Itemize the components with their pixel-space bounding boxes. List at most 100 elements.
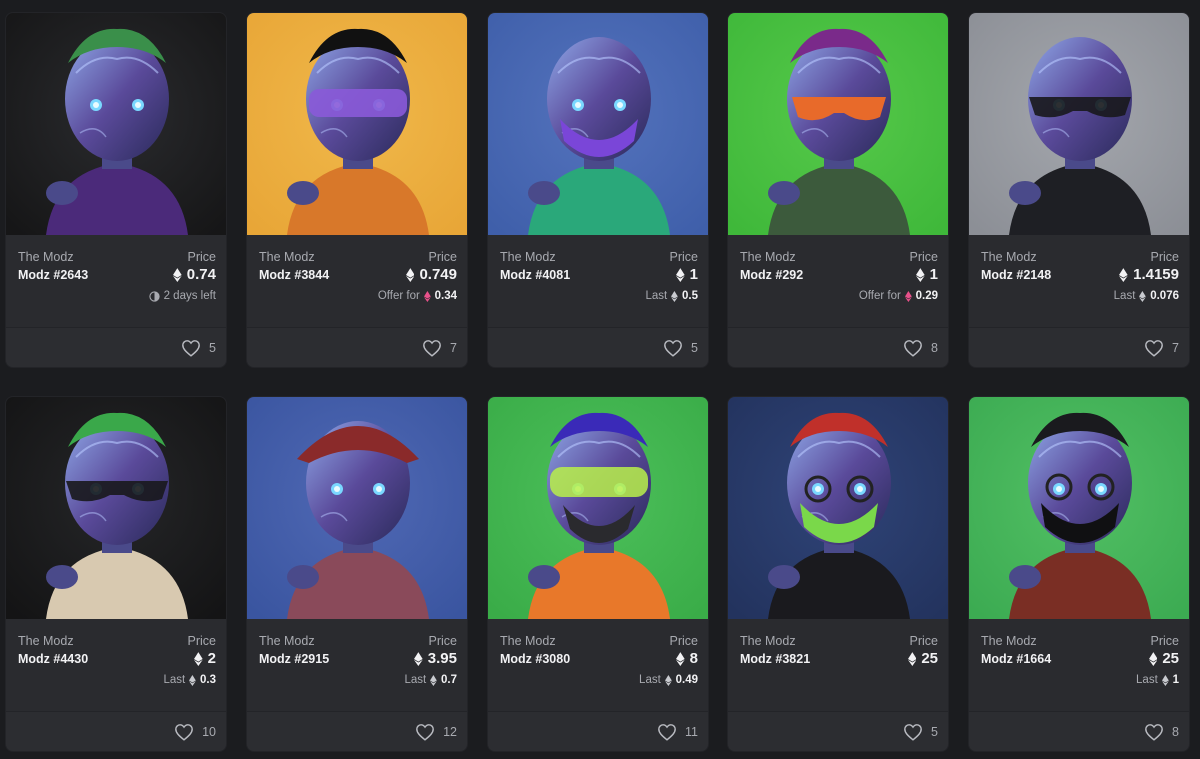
like-count: 10 xyxy=(202,725,216,739)
nft-card[interactable]: The Modz Modz #3844 Price 0.749 Offer fo… xyxy=(246,12,468,368)
nft-artwork[interactable] xyxy=(6,13,226,235)
nft-artwork[interactable] xyxy=(488,397,708,619)
last-sale-info: Last 0.49 xyxy=(639,674,698,686)
heart-icon[interactable] xyxy=(174,723,194,741)
nft-name[interactable]: Modz #3821 xyxy=(740,652,810,666)
nft-card[interactable]: The Modz Modz #4430 Price 2 Last 0.3 10 xyxy=(5,396,227,752)
collection-name[interactable]: The Modz xyxy=(18,250,74,264)
nft-card-info: The Modz Modz #3844 Price 0.749 Offer fo… xyxy=(247,235,467,327)
price-value: 1 xyxy=(915,266,938,283)
nft-artwork[interactable] xyxy=(247,397,467,619)
nft-name[interactable]: Modz #3844 xyxy=(259,268,329,282)
nft-artwork-image xyxy=(728,397,948,619)
nft-artwork-image xyxy=(247,13,467,235)
nft-card-info: The Modz Modz #3080 Price 8 Last 0.49 xyxy=(488,619,708,711)
favorite-button[interactable]: 10 xyxy=(174,723,216,741)
ethereum-icon xyxy=(173,267,182,282)
favorite-button[interactable]: 8 xyxy=(1144,723,1179,741)
nft-artwork[interactable] xyxy=(488,13,708,235)
nft-artwork[interactable] xyxy=(969,397,1189,619)
like-count: 8 xyxy=(931,341,938,355)
nft-card[interactable]: The Modz Modz #2915 Price 3.95 Last 0.7 1… xyxy=(246,396,468,752)
favorite-button[interactable]: 7 xyxy=(422,339,457,357)
favorite-button[interactable]: 8 xyxy=(903,339,938,357)
heart-icon[interactable] xyxy=(1144,723,1164,741)
ethereum-icon xyxy=(193,651,203,666)
heart-icon[interactable] xyxy=(903,723,923,741)
nft-artwork-image xyxy=(6,13,226,235)
ethereum-icon xyxy=(904,290,912,302)
card-footer: 8 xyxy=(969,712,1189,751)
nft-name[interactable]: Modz #4081 xyxy=(500,268,570,282)
price-label: Price xyxy=(187,250,216,264)
nft-name[interactable]: Modz #2148 xyxy=(981,268,1051,282)
collection-name[interactable]: The Modz xyxy=(500,634,556,648)
favorite-button[interactable]: 12 xyxy=(415,723,457,741)
nft-artwork[interactable] xyxy=(728,397,948,619)
heart-icon[interactable] xyxy=(1144,339,1164,357)
favorite-button[interactable]: 5 xyxy=(663,339,698,357)
card-footer: 7 xyxy=(247,328,467,367)
nft-artwork[interactable] xyxy=(728,13,948,235)
last-sale-info: Last 0.3 xyxy=(163,674,216,686)
nft-artwork-image xyxy=(969,397,1189,619)
nft-card[interactable]: The Modz Modz #3080 Price 8 Last 0.49 11 xyxy=(487,396,709,752)
like-count: 7 xyxy=(1172,341,1179,355)
like-count: 5 xyxy=(931,725,938,739)
card-footer: 11 xyxy=(488,712,708,751)
favorite-button[interactable]: 11 xyxy=(657,723,698,741)
favorite-button[interactable]: 5 xyxy=(903,723,938,741)
collection-name[interactable]: The Modz xyxy=(740,634,796,648)
collection-name[interactable]: The Modz xyxy=(981,250,1037,264)
heart-icon[interactable] xyxy=(663,339,683,357)
favorite-button[interactable]: 5 xyxy=(181,339,216,357)
nft-name[interactable]: Modz #2643 xyxy=(18,268,88,282)
ethereum-icon xyxy=(423,290,431,302)
nft-card[interactable]: The Modz Modz #2643 Price 0.74 2 days le… xyxy=(5,12,227,368)
card-footer: 5 xyxy=(488,328,708,367)
nft-card[interactable]: The Modz Modz #292 Price 1 Offer for 0.29… xyxy=(727,12,949,368)
nft-artwork[interactable] xyxy=(969,13,1189,235)
price-value: 1 xyxy=(675,266,698,283)
nft-card-info: The Modz Modz #4081 Price 1 Last 0.5 xyxy=(488,235,708,327)
last-sale-info: Last 1 xyxy=(1136,674,1179,686)
nft-name[interactable]: Modz #4430 xyxy=(18,652,88,666)
nft-name[interactable]: Modz #292 xyxy=(740,268,803,282)
nft-card[interactable]: The Modz Modz #1664 Price 25 Last 1 8 xyxy=(968,396,1190,752)
nft-artwork[interactable] xyxy=(247,13,467,235)
price-value: 25 xyxy=(1148,650,1179,667)
collection-name[interactable]: The Modz xyxy=(259,250,315,264)
heart-icon[interactable] xyxy=(422,339,442,357)
ethereum-icon xyxy=(189,674,196,686)
collection-name[interactable]: The Modz xyxy=(259,634,315,648)
ethereum-icon xyxy=(405,267,415,282)
nft-card[interactable]: The Modz Modz #3821 Price 25 5 xyxy=(727,396,949,752)
nft-card[interactable]: The Modz Modz #4081 Price 1 Last 0.5 5 xyxy=(487,12,709,368)
collection-name[interactable]: The Modz xyxy=(740,250,796,264)
heart-icon[interactable] xyxy=(415,723,435,741)
card-footer: 5 xyxy=(728,712,948,751)
heart-icon[interactable] xyxy=(657,723,677,741)
collection-name[interactable]: The Modz xyxy=(981,634,1037,648)
nft-name[interactable]: Modz #3080 xyxy=(500,652,570,666)
avatar-head-icon xyxy=(65,37,169,161)
nft-card[interactable]: The Modz Modz #2148 Price 1.4159 Last 0.0… xyxy=(968,12,1190,368)
nft-artwork[interactable] xyxy=(6,397,226,619)
price-label: Price xyxy=(669,634,698,648)
heart-icon[interactable] xyxy=(181,339,201,357)
like-count: 8 xyxy=(1172,725,1179,739)
favorite-button[interactable]: 7 xyxy=(1144,339,1179,357)
ethereum-icon xyxy=(915,267,925,282)
visor-icon xyxy=(309,89,407,117)
collection-name[interactable]: The Modz xyxy=(18,634,74,648)
card-footer: 12 xyxy=(247,712,467,751)
nft-name[interactable]: Modz #1664 xyxy=(981,652,1051,666)
price-value: 25 xyxy=(907,650,938,667)
collection-name[interactable]: The Modz xyxy=(500,250,556,264)
ethereum-icon xyxy=(664,674,672,686)
ethereum-icon xyxy=(671,290,678,302)
ethereum-icon xyxy=(430,674,437,686)
nft-name[interactable]: Modz #2915 xyxy=(259,652,329,666)
heart-icon[interactable] xyxy=(903,339,923,357)
like-count: 11 xyxy=(685,725,698,739)
